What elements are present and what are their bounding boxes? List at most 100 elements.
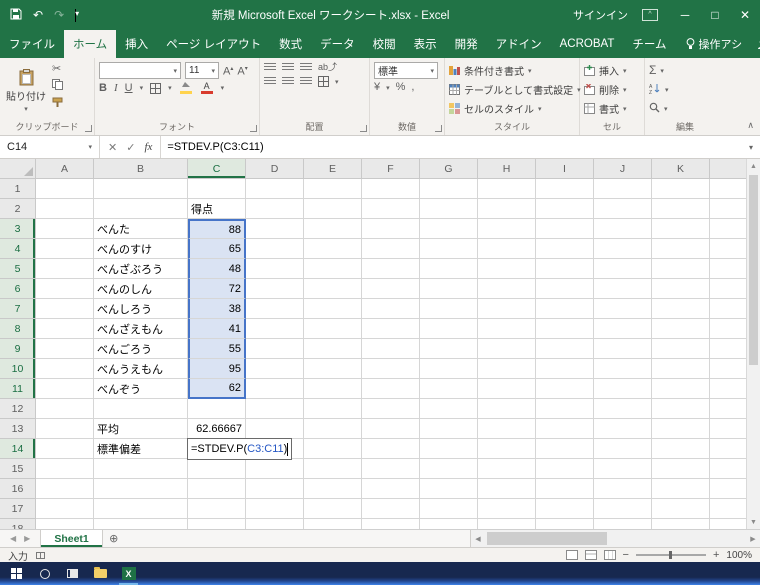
cell-B3[interactable]: べんた: [94, 219, 188, 239]
cell-C12[interactable]: [188, 399, 246, 419]
formula-bar-expand-icon[interactable]: ▾: [742, 136, 760, 158]
cell-A6[interactable]: [36, 279, 94, 299]
cell-J16[interactable]: [594, 479, 652, 499]
cell-G5[interactable]: [420, 259, 478, 279]
zoom-slider-thumb[interactable]: [668, 551, 672, 559]
cell-A14[interactable]: [36, 439, 94, 459]
cell-G15[interactable]: [420, 459, 478, 479]
cell-D10[interactable]: [246, 359, 304, 379]
cell-H7[interactable]: [478, 299, 536, 319]
grow-font-icon[interactable]: A▴: [223, 64, 233, 78]
cell-D2[interactable]: [246, 199, 304, 219]
cell-A16[interactable]: [36, 479, 94, 499]
insert-cells-button[interactable]: 挿入 ▾: [584, 62, 640, 79]
cell-C5[interactable]: 48: [188, 259, 246, 279]
cell-E18[interactable]: [304, 519, 362, 529]
currency-format-icon[interactable]: ¥: [374, 82, 380, 93]
cell-J2[interactable]: [594, 199, 652, 219]
cell-G13[interactable]: [420, 419, 478, 439]
cell-C18[interactable]: [188, 519, 246, 529]
cell-I18[interactable]: [536, 519, 594, 529]
row-header-9[interactable]: 9: [0, 339, 36, 359]
cell-H9[interactable]: [478, 339, 536, 359]
cell-B2[interactable]: [94, 199, 188, 219]
row-header-6[interactable]: 6: [0, 279, 36, 299]
cell-K10[interactable]: [652, 359, 710, 379]
cell-B7[interactable]: べんしろう: [94, 299, 188, 319]
horizontal-scrollbar[interactable]: ◀ ▶: [470, 530, 760, 547]
excel-taskbar-button[interactable]: X: [116, 562, 141, 585]
cell-H15[interactable]: [478, 459, 536, 479]
cell-C15[interactable]: [188, 459, 246, 479]
cell-C1[interactable]: [188, 179, 246, 199]
cell-K11[interactable]: [652, 379, 710, 399]
cell-F3[interactable]: [362, 219, 420, 239]
vertical-scrollbar[interactable]: ▲ ▼: [746, 159, 760, 529]
cell-E6[interactable]: [304, 279, 362, 299]
comma-format-icon[interactable]: ,: [411, 82, 414, 93]
row-header-3[interactable]: 3: [0, 219, 36, 239]
cell-F12[interactable]: [362, 399, 420, 419]
customize-qat-icon[interactable]: ▾: [75, 8, 79, 22]
cell-D13[interactable]: [246, 419, 304, 439]
cell-G12[interactable]: [420, 399, 478, 419]
formula-input[interactable]: =STDEV.P(C3:C11): [161, 136, 742, 158]
cell-J3[interactable]: [594, 219, 652, 239]
tell-me-button[interactable]: 操作アシ: [686, 36, 742, 52]
cell-G6[interactable]: [420, 279, 478, 299]
cell-E4[interactable]: [304, 239, 362, 259]
cell-J10[interactable]: [594, 359, 652, 379]
cell-G4[interactable]: [420, 239, 478, 259]
cell-K4[interactable]: [652, 239, 710, 259]
cell-J6[interactable]: [594, 279, 652, 299]
sheet-tab-sheet1[interactable]: Sheet1: [40, 530, 103, 547]
cell-I7[interactable]: [536, 299, 594, 319]
cell-B16[interactable]: [94, 479, 188, 499]
font-name-combo[interactable]: ▾: [99, 62, 181, 79]
scroll-right-icon[interactable]: ▶: [746, 535, 760, 543]
col-header-H[interactable]: H: [478, 159, 536, 179]
row-header-4[interactable]: 4: [0, 239, 36, 259]
cell-D16[interactable]: [246, 479, 304, 499]
vertical-scroll-thumb[interactable]: [749, 175, 758, 365]
format-painter-icon[interactable]: [52, 97, 63, 111]
cell-D18[interactable]: [246, 519, 304, 529]
merge-center-icon[interactable]: [318, 76, 329, 87]
delete-cells-button[interactable]: 削除 ▾: [584, 81, 640, 98]
cell-E12[interactable]: [304, 399, 362, 419]
cell-H12[interactable]: [478, 399, 536, 419]
cell-C8[interactable]: 41: [188, 319, 246, 339]
horizontal-scroll-track[interactable]: [485, 530, 746, 547]
cell-F8[interactable]: [362, 319, 420, 339]
cell-G2[interactable]: [420, 199, 478, 219]
cell-A5[interactable]: [36, 259, 94, 279]
cell-E1[interactable]: [304, 179, 362, 199]
cell-K12[interactable]: [652, 399, 710, 419]
cell-styles-button[interactable]: セルのスタイル ▾: [449, 100, 575, 117]
cell-H14[interactable]: [478, 439, 536, 459]
font-size-combo[interactable]: 11 ▾: [185, 62, 219, 79]
autosum-button[interactable]: Σ ▾: [649, 62, 721, 79]
cell-E8[interactable]: [304, 319, 362, 339]
sort-filter-button[interactable]: AZ ▾: [649, 81, 721, 98]
name-box-dropdown-icon[interactable]: ▾: [88, 143, 92, 151]
font-dialog-launcher[interactable]: [250, 125, 257, 132]
cell-E3[interactable]: [304, 219, 362, 239]
cell-F9[interactable]: [362, 339, 420, 359]
file-explorer-button[interactable]: [88, 562, 113, 585]
col-header-F[interactable]: F: [362, 159, 420, 179]
cell-K14[interactable]: [652, 439, 710, 459]
cell-J1[interactable]: [594, 179, 652, 199]
task-view-button[interactable]: [60, 562, 85, 585]
row-header-10[interactable]: 10: [0, 359, 36, 379]
cell-K18[interactable]: [652, 519, 710, 529]
cell-D17[interactable]: [246, 499, 304, 519]
redo-icon[interactable]: ↷: [54, 8, 64, 22]
format-as-table-button[interactable]: テーブルとして書式設定 ▾: [449, 81, 581, 98]
cell-H11[interactable]: [478, 379, 536, 399]
paste-button[interactable]: 貼り付け ▾: [4, 62, 48, 120]
tab-挿入[interactable]: 挿入: [116, 30, 157, 58]
cell-A3[interactable]: [36, 219, 94, 239]
cell-G18[interactable]: [420, 519, 478, 529]
cell-K9[interactable]: [652, 339, 710, 359]
